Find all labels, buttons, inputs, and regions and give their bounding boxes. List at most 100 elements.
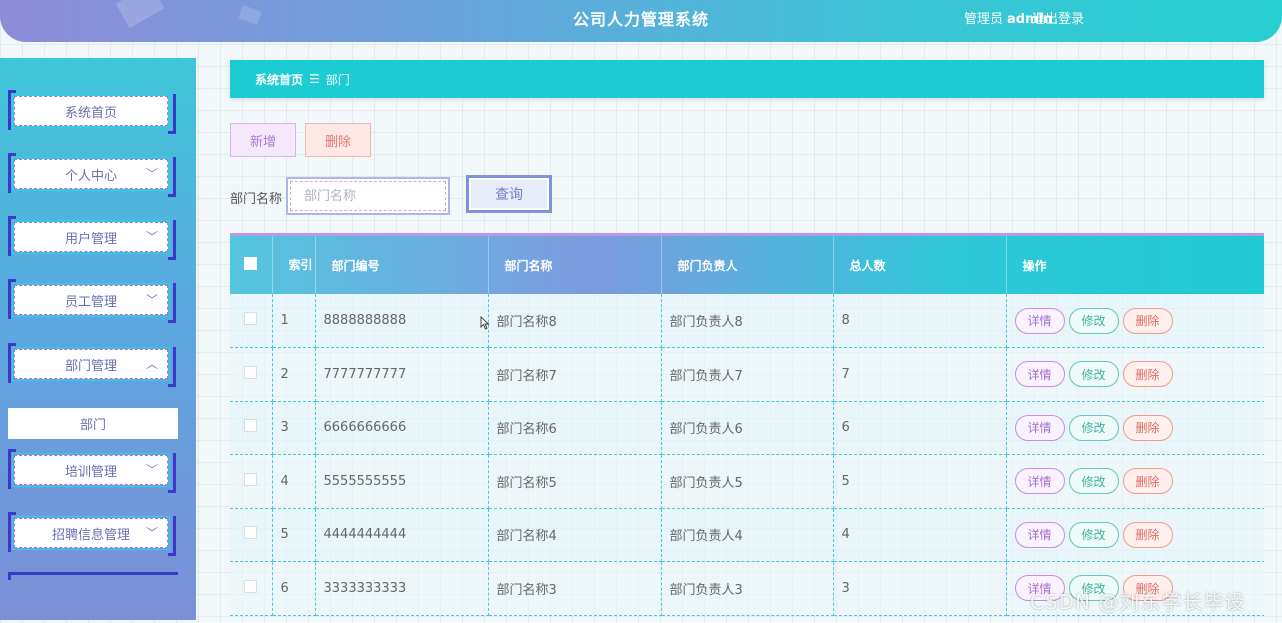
- detail-button[interactable]: 详情: [1014, 307, 1065, 334]
- table-row: 1 8888888888 部门名称8 部门负责人8 8 详情 修改 删除: [230, 294, 1264, 348]
- chevron-down-icon: ﹀: [145, 293, 158, 307]
- cell-code: 6666666666: [315, 401, 489, 455]
- detail-button[interactable]: 详情: [1014, 468, 1065, 495]
- table-row: 3 6666666666 部门名称6 部门负责人6 6 详情 修改 删除: [230, 401, 1264, 455]
- cell-name: 部门名称8: [488, 294, 662, 348]
- edit-button[interactable]: 修改: [1068, 307, 1119, 334]
- cell-operations: 详情 修改 删除: [1006, 294, 1264, 348]
- sidebar-item-recruitment-management[interactable]: 招聘信息管理 ﹀: [8, 512, 176, 556]
- sidebar-item-label: 招聘信息管理: [51, 527, 130, 543]
- sidebar-item-department-management[interactable]: 部门管理 ︿: [8, 343, 176, 387]
- watermark: CSDN @刘东学长毕设: [1030, 590, 1246, 614]
- sidebar-item-training-management[interactable]: 培训管理 ﹀: [8, 449, 176, 493]
- delete-button[interactable]: 删除: [1122, 361, 1173, 388]
- sidebar-item-personal-center[interactable]: 个人中心 ﹀: [8, 153, 176, 197]
- detail-button[interactable]: 详情: [1014, 521, 1065, 548]
- delete-button[interactable]: 删除: [1122, 414, 1173, 441]
- header-index: 索引: [272, 236, 316, 294]
- cell-index: 2: [272, 347, 316, 402]
- cell-manager: 部门负责人5: [661, 454, 834, 509]
- cell-operations: 详情 修改 删除: [1006, 508, 1264, 562]
- chevron-up-icon: ︿: [145, 357, 158, 371]
- cell-count: 5: [833, 454, 1007, 509]
- cell-manager: 部门负责人6: [661, 401, 834, 455]
- cell-index: 4: [272, 454, 316, 509]
- cell-index: 5: [272, 508, 316, 562]
- top-header: 公司人力管理系统 管理员 admin 退出登录: [0, 0, 1282, 42]
- cell-count: 7: [833, 347, 1007, 402]
- department-name-search-input[interactable]: [286, 177, 450, 215]
- logout-link[interactable]: 退出登录: [1032, 8, 1084, 27]
- detail-button[interactable]: 详情: [1014, 361, 1065, 388]
- chevron-down-icon: ﹀: [145, 526, 158, 540]
- sidebar-item-label: 培训管理: [64, 464, 117, 480]
- cell-manager: 部门负责人4: [661, 508, 834, 562]
- sidebar-item-label: 用户管理: [64, 231, 117, 247]
- detail-button[interactable]: 详情: [1014, 414, 1065, 441]
- sidebar-subitem-department[interactable]: 部门: [8, 408, 178, 439]
- cell-index: 6: [272, 561, 316, 616]
- row-checkbox[interactable]: [243, 579, 257, 593]
- cell-code: 8888888888: [315, 294, 489, 348]
- edit-button[interactable]: 修改: [1068, 521, 1119, 548]
- delete-button[interactable]: 删除: [1122, 307, 1173, 334]
- delete-button[interactable]: 删除: [1122, 521, 1173, 548]
- cell-count: 8: [833, 294, 1007, 348]
- cell-code: 4444444444: [315, 508, 489, 562]
- cell-operations: 详情 修改 删除: [1006, 401, 1264, 455]
- cell-name: 部门名称6: [488, 401, 662, 455]
- cell-index: 1: [272, 294, 316, 348]
- batch-delete-button[interactable]: 删除: [305, 123, 371, 157]
- sidebar-item-label: 员工管理: [64, 294, 117, 310]
- cell-code: 7777777777: [315, 347, 489, 402]
- row-checkbox[interactable]: [243, 365, 257, 379]
- cell-manager: 部门负责人7: [661, 347, 834, 402]
- sidebar-next-item-edge: [8, 572, 178, 580]
- row-checkbox[interactable]: [243, 312, 257, 325]
- table-header-row: 索引 部门编号 部门名称 部门负责人 总人数 操作: [230, 236, 1264, 294]
- row-checkbox[interactable]: [243, 526, 257, 540]
- row-checkbox[interactable]: [243, 472, 257, 486]
- edit-button[interactable]: 修改: [1068, 361, 1119, 388]
- mouse-cursor-icon: [480, 316, 490, 330]
- menu-icon: ☰: [309, 72, 320, 86]
- sidebar-item-employee-management[interactable]: 员工管理 ﹀: [8, 279, 176, 323]
- chevron-down-icon: ﹀: [145, 463, 158, 477]
- cell-count: 3: [833, 561, 1007, 616]
- row-checkbox[interactable]: [243, 419, 257, 433]
- cell-index: 3: [272, 401, 316, 455]
- sidebar-item-label: 系统首页: [64, 105, 117, 121]
- sidebar-item-label: 个人中心: [64, 168, 117, 184]
- breadcrumb-home[interactable]: 系统首页: [255, 71, 303, 88]
- delete-button[interactable]: 删除: [1122, 468, 1173, 495]
- cell-count: 6: [833, 401, 1007, 455]
- cell-name: 部门名称5: [488, 454, 662, 509]
- header-department-name: 部门名称: [488, 236, 662, 294]
- sidebar-item-home[interactable]: 系统首页: [8, 90, 176, 134]
- cell-operations: 详情 修改 删除: [1006, 454, 1264, 509]
- header-total-count: 总人数: [833, 236, 1007, 294]
- sidebar-item-label: 部门管理: [64, 358, 117, 374]
- search-label: 部门名称: [230, 192, 283, 207]
- edit-button[interactable]: 修改: [1068, 468, 1119, 495]
- user-role: 管理员: [964, 12, 1004, 27]
- cell-name: 部门名称4: [488, 508, 662, 562]
- cell-count: 4: [833, 508, 1007, 562]
- breadcrumb: 系统首页 ☰ 部门: [230, 60, 1264, 98]
- search-button[interactable]: 查询: [466, 175, 552, 213]
- chevron-down-icon: ﹀: [145, 167, 158, 181]
- checkbox-icon[interactable]: [243, 257, 257, 270]
- header-operations: 操作: [1006, 236, 1264, 294]
- table-row: 4 5555555555 部门名称5 部门负责人5 5 详情 修改 删除: [230, 454, 1264, 509]
- sidebar: 系统首页 个人中心 ﹀ 用户管理 ﹀ 员工管理 ﹀ 部门管理 ︿ 部门 培训管理 ﹀ 招聘…: [0, 58, 196, 620]
- cell-manager: 部门负责人3: [661, 561, 834, 616]
- breadcrumb-current: 部门: [325, 72, 350, 87]
- app-title: 公司人力管理系统: [572, 10, 709, 29]
- cell-name: 部门名称7: [488, 347, 662, 402]
- table-row: 2 7777777777 部门名称7 部门负责人7 7 详情 修改 删除: [230, 347, 1264, 402]
- edit-button[interactable]: 修改: [1068, 414, 1119, 441]
- cell-code: 5555555555: [315, 454, 489, 509]
- add-button[interactable]: 新增: [230, 123, 296, 157]
- sidebar-item-user-management[interactable]: 用户管理 ﹀: [8, 216, 176, 260]
- select-all-header[interactable]: [230, 236, 273, 294]
